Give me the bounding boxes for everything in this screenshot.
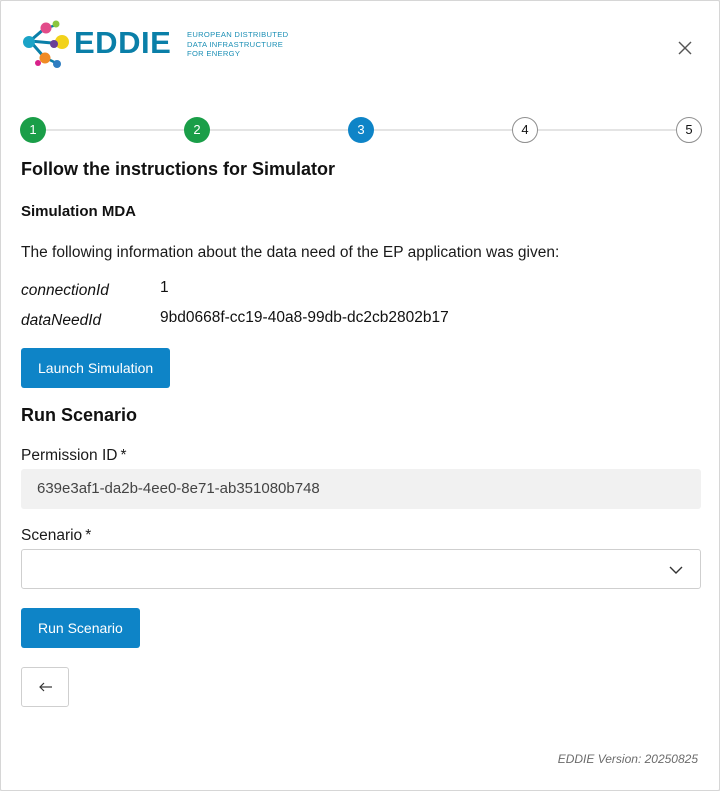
logo-tagline: EUROPEAN DISTRIBUTED DATA INFRASTRUCTURE… [187, 30, 288, 59]
data-need-id-key: dataNeedId [21, 312, 102, 329]
close-button[interactable] [674, 37, 696, 59]
run-scenario-title: Run Scenario [21, 405, 138, 425]
dialog-header: EDDIE EUROPEAN DISTRIBUTED DATA INFRASTR… [20, 19, 700, 69]
required-mark: * [85, 527, 92, 544]
logo-mark-icon [23, 20, 69, 68]
connection-id-value: 1 [160, 279, 169, 296]
connect-dialog: EDDIE EUROPEAN DISTRIBUTED DATA INFRASTR… [0, 0, 720, 791]
run-scenario-button[interactable]: Run Scenario [21, 608, 140, 648]
permission-id-label: Permission ID * [21, 447, 127, 465]
chevron-down-icon [669, 566, 683, 574]
step-connector [210, 129, 348, 131]
version-text: EDDIE Version: 20250825 [557, 752, 698, 766]
step-2: 2 [184, 117, 210, 143]
step-3: 3 [348, 117, 374, 143]
logo-wordmark: EDDIE [74, 25, 172, 60]
eddie-logo: EDDIE EUROPEAN DISTRIBUTED DATA INFRASTR… [20, 19, 290, 69]
scenario-label-text: Scenario [21, 527, 83, 544]
logo-tagline-line: DATA INFRASTRUCTURE [187, 39, 284, 49]
region-title: Simulation MDA [21, 203, 136, 220]
close-icon [678, 41, 692, 55]
arrow-left-icon [39, 682, 52, 692]
info-text: The following information about the data… [21, 244, 560, 261]
progress-stepper: 1 2 3 4 5 [20, 117, 702, 143]
step-4: 4 [512, 117, 538, 143]
scenario-select[interactable] [21, 549, 701, 589]
required-mark: * [120, 447, 127, 464]
permission-id-label-text: Permission ID [21, 447, 118, 464]
connection-id-key: connectionId [21, 282, 109, 299]
data-need-id-value: 9bd0668f-cc19-40a8-99db-dc2cb2802b17 [160, 309, 449, 326]
step-1: 1 [20, 117, 46, 143]
back-button[interactable] [21, 667, 69, 707]
launch-simulation-button[interactable]: Launch Simulation [21, 348, 171, 388]
logo-tagline-line: FOR ENERGY [187, 49, 241, 59]
scenario-label: Scenario * [21, 527, 91, 545]
logo-tagline-line: EUROPEAN DISTRIBUTED [187, 30, 289, 39]
step-connector [374, 129, 512, 131]
permission-id-field[interactable]: 639e3af1-da2b-4ee0-8e71-ab351080b748 [21, 469, 701, 509]
step-connector [538, 129, 676, 131]
step-5: 5 [676, 117, 702, 143]
step-connector [46, 129, 184, 131]
page-title: Follow the instructions for Simulator [21, 159, 336, 179]
